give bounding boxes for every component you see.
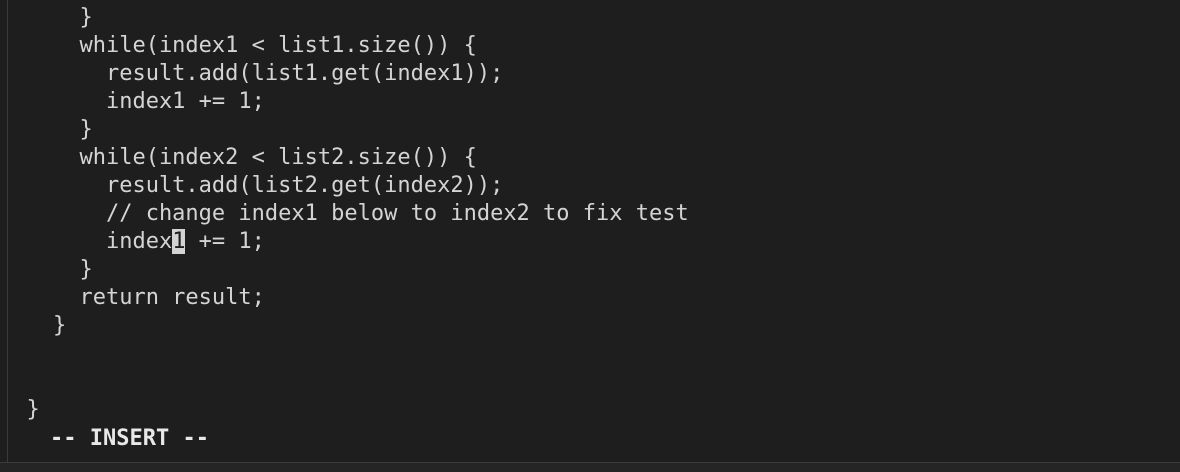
code-line: return result; bbox=[0, 285, 265, 310]
vim-mode-indicator: -- INSERT -- bbox=[50, 426, 209, 451]
code-line: result.add(list2.get(index2)); bbox=[0, 173, 504, 198]
cursor-code-line[interactable]: index1 += 1; bbox=[0, 228, 1180, 256]
code-line: } bbox=[0, 313, 67, 338]
code-line: } bbox=[0, 257, 93, 282]
code-line: result.add(list1.get(index1)); bbox=[0, 61, 504, 86]
code-line: // change index1 below to index2 to fix … bbox=[0, 201, 689, 226]
status-bar bbox=[0, 462, 1180, 472]
code-text-before-cursor: index bbox=[0, 229, 173, 254]
code-line: while(index1 < list1.size()) { bbox=[0, 33, 477, 58]
text-cursor[interactable]: 1 bbox=[172, 229, 186, 254]
code-line: while(index2 < list2.size()) { bbox=[0, 145, 477, 170]
code-line: } bbox=[0, 5, 93, 30]
terminal-window[interactable]: } while(index1 < list1.size()) { result.… bbox=[0, 0, 1180, 472]
code-line: index1 += 1; bbox=[0, 89, 265, 114]
code-line: } bbox=[0, 397, 40, 422]
vim-buffer[interactable]: } while(index1 < list1.size()) { result.… bbox=[0, 4, 1180, 424]
code-text-after-cursor: += 1; bbox=[185, 229, 265, 254]
code-line: } bbox=[0, 117, 93, 142]
